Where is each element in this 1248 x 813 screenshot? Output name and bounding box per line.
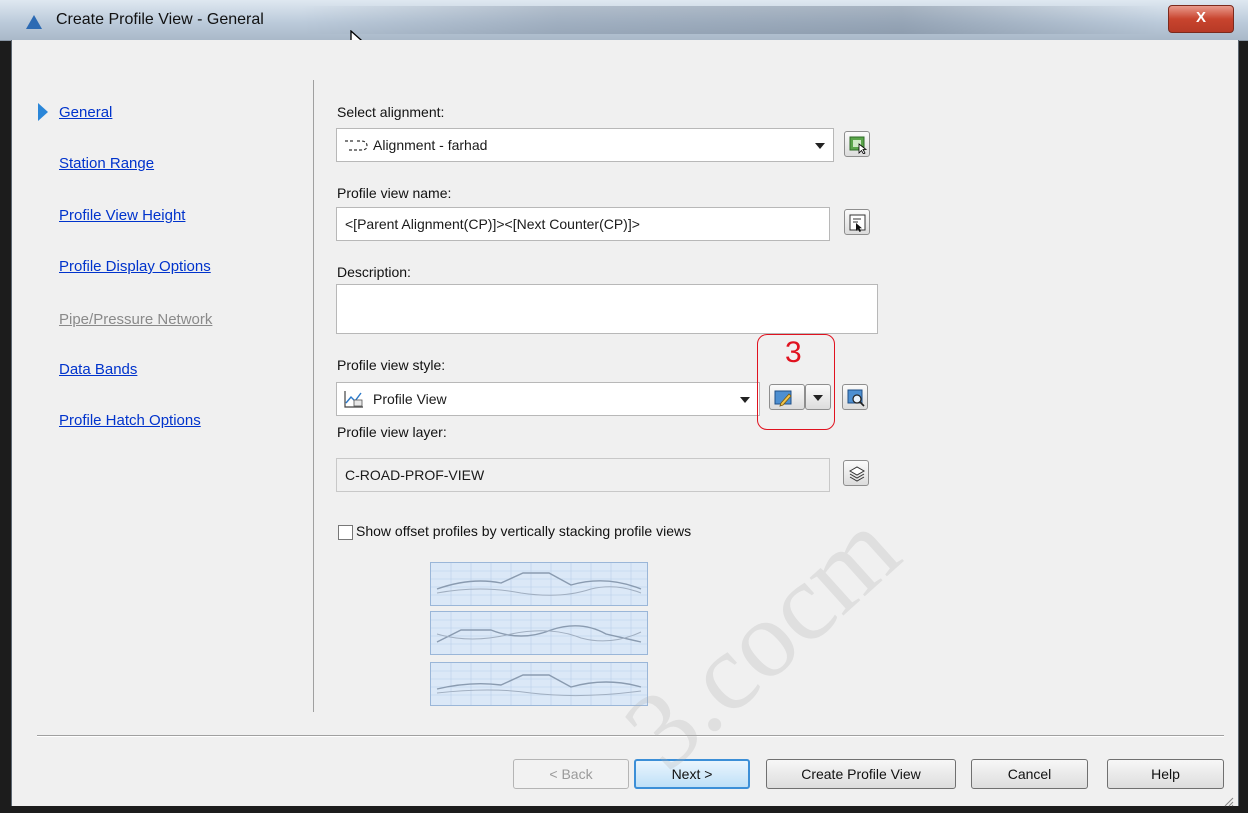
title-bar[interactable]: Create Profile View - General X — [0, 0, 1248, 41]
back-button: < Back — [513, 759, 629, 789]
select-alignment-label: Select alignment: — [337, 104, 445, 120]
description-input[interactable] — [336, 284, 878, 334]
profile-view-name-value: <[Parent Alignment(CP)]><[Next Counter(C… — [345, 216, 640, 232]
edit-name-template-button[interactable] — [844, 209, 870, 235]
cancel-button[interactable]: Cancel — [971, 759, 1088, 789]
preview-style-button[interactable] — [842, 384, 868, 410]
profile-view-style-value: Profile View — [373, 391, 447, 407]
window-title: Create Profile View - General — [56, 11, 264, 28]
profile-preview-graphic — [431, 563, 647, 605]
profile-view-name-input[interactable]: <[Parent Alignment(CP)]><[Next Counter(C… — [336, 207, 830, 241]
active-page-arrow-icon — [38, 103, 48, 121]
help-button[interactable]: Help — [1107, 759, 1224, 789]
chevron-down-icon — [740, 397, 750, 403]
stacked-profile-preview-middle — [430, 611, 648, 655]
nav-item-general[interactable]: General — [59, 104, 112, 121]
footer-separator — [37, 735, 1224, 736]
profile-preview-graphic — [431, 612, 647, 654]
nav-item-profile-display-options[interactable]: Profile Display Options — [59, 258, 211, 275]
profile-view-layer-value: C-ROAD-PROF-VIEW — [345, 467, 485, 483]
annotation-number: 3 — [785, 336, 802, 369]
civil3d-app-icon — [26, 15, 42, 29]
alignment-icon — [345, 140, 368, 151]
stack-offset-profiles-label: Show offset profiles by vertically stack… — [356, 523, 692, 539]
blurred-background-toolbar — [300, 6, 1160, 34]
vertical-separator — [313, 80, 314, 712]
profile-view-layer-label: Profile view layer: — [337, 424, 447, 440]
nav-item-profile-view-height[interactable]: Profile View Height — [59, 207, 185, 224]
profile-view-style-icon — [344, 391, 363, 408]
create-profile-view-button[interactable]: Create Profile View — [766, 759, 956, 789]
edit-name-template-icon — [849, 214, 866, 232]
description-label: Description: — [337, 264, 411, 280]
pick-from-drawing-button[interactable] — [844, 131, 870, 157]
chevron-down-icon — [815, 143, 825, 149]
resize-grip-icon[interactable] — [1222, 795, 1234, 807]
alignment-value: Alignment - farhad — [373, 137, 488, 153]
profile-view-layer-field: C-ROAD-PROF-VIEW — [336, 458, 830, 492]
layer-icon — [848, 466, 866, 482]
layer-button[interactable] — [843, 460, 869, 486]
nav-item-pipe-pressure-network: Pipe/Pressure Network — [59, 311, 213, 328]
pick-from-drawing-icon — [849, 136, 867, 154]
nav-item-station-range[interactable]: Station Range — [59, 155, 154, 172]
profile-view-style-label: Profile view style: — [337, 357, 446, 373]
profile-view-name-label: Profile view name: — [337, 185, 452, 201]
alignment-dropdown[interactable]: Alignment - farhad — [336, 128, 834, 162]
stack-offset-profiles-checkbox[interactable] — [338, 525, 353, 540]
preview-style-icon — [847, 389, 865, 407]
nav-item-data-bands[interactable]: Data Bands — [59, 361, 137, 378]
stacked-profile-preview-top — [430, 562, 648, 606]
nav-item-profile-hatch-options[interactable]: Profile Hatch Options — [59, 412, 201, 429]
close-button[interactable]: X — [1168, 5, 1234, 33]
profile-view-style-dropdown[interactable]: Profile View — [336, 382, 760, 416]
